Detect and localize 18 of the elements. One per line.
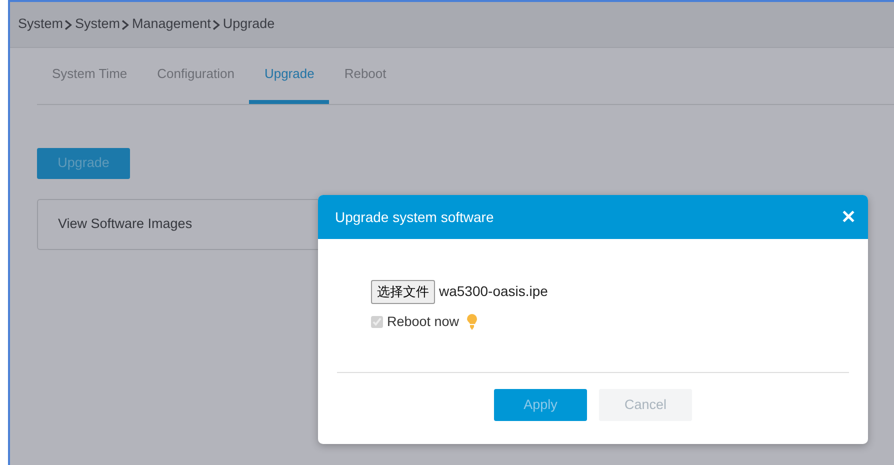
chevron-icon bbox=[65, 20, 74, 30]
tab[interactable]: Reboot bbox=[329, 48, 402, 104]
breadcrumb-item[interactable]: Management bbox=[132, 14, 211, 35]
tab[interactable]: Upgrade bbox=[249, 48, 330, 104]
close-button[interactable]: ✕ bbox=[841, 204, 856, 230]
breadcrumb-item[interactable]: System bbox=[75, 14, 120, 35]
cancel-button[interactable]: Cancel bbox=[599, 389, 692, 421]
apply-button[interactable]: Apply bbox=[494, 389, 587, 421]
chevron-icon bbox=[122, 20, 130, 30]
choose-file-button[interactable]: 选择文件 bbox=[371, 280, 435, 304]
breadcrumb-item[interactable]: System bbox=[18, 14, 64, 35]
tab[interactable]: System Time bbox=[37, 48, 142, 104]
breadcrumb-item[interactable]: Upgrade bbox=[222, 14, 275, 35]
chevron-icon bbox=[212, 20, 221, 30]
reboot-label: Reboot now bbox=[387, 312, 460, 330]
file-name: wa5300-oasis.ipe bbox=[439, 282, 548, 302]
lightbulb-icon[interactable] bbox=[467, 314, 478, 330]
tab[interactable]: Configuration bbox=[142, 48, 250, 104]
